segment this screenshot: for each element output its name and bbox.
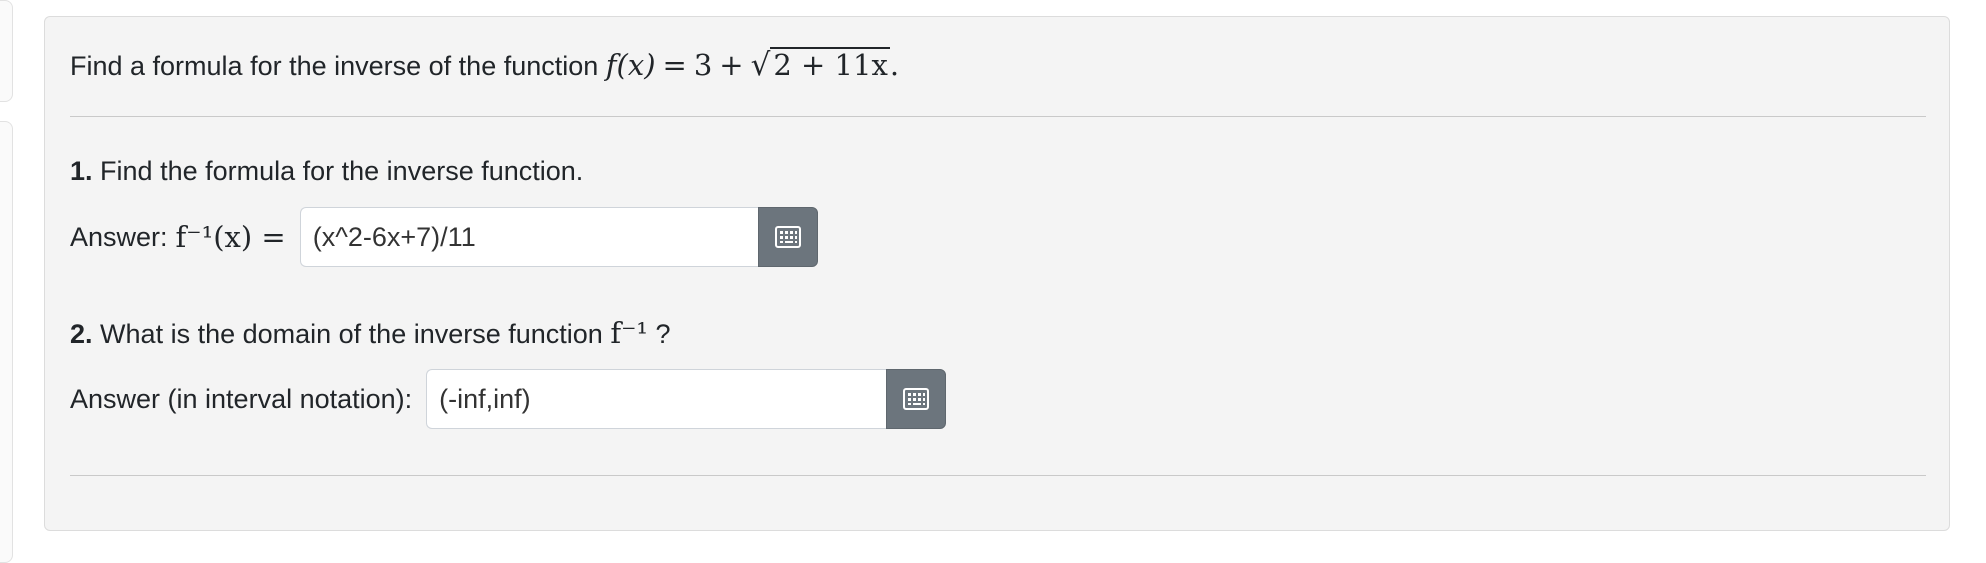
question-1-number: 1.: [70, 156, 93, 186]
question-2-number: 2.: [70, 319, 93, 349]
answer-1-input-group: [299, 207, 818, 267]
prompt-period: .: [889, 48, 900, 82]
math-keyboard-button-1[interactable]: [757, 207, 818, 267]
question-2-text: What is the domain of the inverse functi…: [100, 319, 603, 349]
square-root: √ 2 + 11x: [750, 47, 890, 83]
problem-prompt-text: Find a formula for the inverse of the fu…: [70, 51, 599, 81]
problem-card: Find a formula for the inverse of the fu…: [44, 16, 1950, 531]
question-1-text: Find the formula for the inverse functio…: [100, 156, 584, 186]
question-1: 1. Find the formula for the inverse func…: [70, 151, 583, 191]
answer-1-label: Answer:: [70, 221, 168, 252]
question-2-end: ?: [655, 319, 671, 349]
function-constant: 3: [693, 48, 713, 82]
divider-bottom: [70, 475, 1926, 476]
side-panel-tab-top: [0, 0, 13, 102]
math-keyboard-button-2[interactable]: [886, 369, 947, 429]
answer-2-input[interactable]: [426, 369, 887, 429]
question-2: 2. What is the domain of the inverse fun…: [70, 313, 671, 354]
divider-top: [70, 116, 1926, 117]
answer-2-input-group: [426, 369, 947, 429]
function-lhs: f(x): [605, 48, 656, 82]
keyboard-icon: [903, 388, 930, 410]
keyboard-icon: [774, 226, 801, 248]
question-2-math: f⁻¹: [610, 316, 649, 350]
function-radicand: 2 + 11x: [770, 47, 890, 80]
problem-statement: Find a formula for the inverse of the fu…: [70, 45, 899, 86]
answer-row-2: Answer (in interval notation):: [70, 369, 947, 429]
answer-row-1: Answer: f⁻¹(x) =: [70, 207, 818, 267]
function-formula: f(x) = 3 + √ 2 + 11x.: [605, 47, 900, 83]
answer-1-input[interactable]: [299, 207, 758, 267]
answer-1-math-label: f⁻¹(x) =: [175, 220, 286, 254]
side-panel-tab-bottom: [0, 121, 13, 563]
answer-2-label: Answer (in interval notation):: [70, 383, 413, 414]
